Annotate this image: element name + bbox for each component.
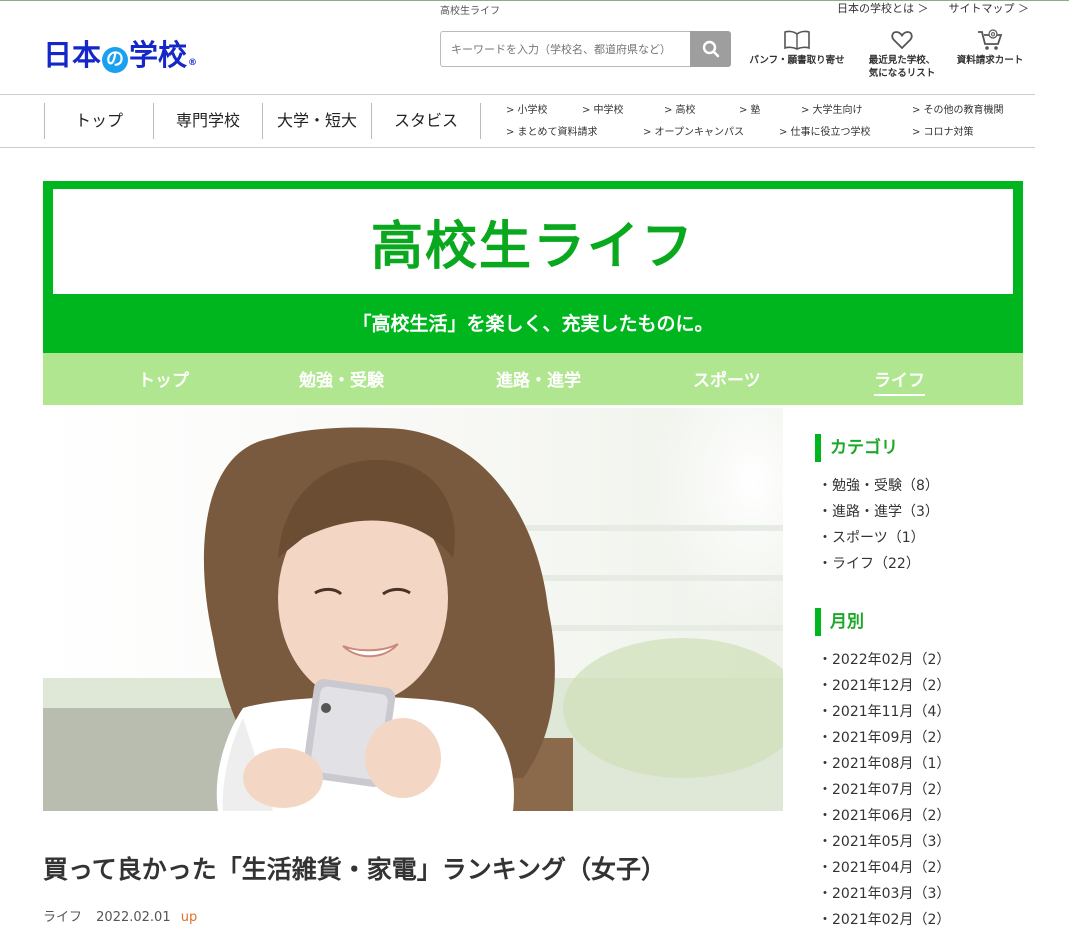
- sub-nav: > 小学校 > 中学校 > 高校 > 塾 > 大学生向け > その他の教育機関 …: [506, 101, 1026, 141]
- nav-stabis[interactable]: スタビス: [371, 103, 481, 139]
- month-item[interactable]: ・2021年03月（3）: [818, 881, 950, 907]
- catnav-study[interactable]: 勉強・受験: [299, 366, 384, 391]
- hero-banner: 高校生ライフ 「高校生活」を楽しく、充実したものに。: [43, 181, 1023, 353]
- month-item[interactable]: ・2021年07月（2）: [818, 777, 950, 803]
- search-button[interactable]: [690, 31, 731, 67]
- subnav-high-school[interactable]: > 高校: [664, 101, 696, 116]
- recent-list-label-2: 気になるリスト: [868, 68, 936, 79]
- subnav-bulk-request[interactable]: > まとめて資料請求: [506, 123, 598, 138]
- hero-title: 高校生ライフ: [53, 189, 1013, 294]
- article-hero-image[interactable]: [43, 408, 783, 811]
- heart-icon: [891, 31, 913, 50]
- month-item[interactable]: ・2021年04月（2）: [818, 855, 950, 881]
- month-item[interactable]: ・2022年02月（2）: [818, 647, 950, 673]
- catnav-sports[interactable]: スポーツ: [693, 366, 761, 391]
- sitemap-link[interactable]: サイトマップ ＞: [949, 0, 1030, 16]
- top-links: 日本の学校とは ＞ サイトマップ ＞: [837, 0, 1029, 16]
- global-navigation: トップ 専門学校 大学・短大 スタビス > 小学校 > 中学校 > 高校 > 塾…: [0, 94, 1035, 148]
- svg-text:0: 0: [991, 31, 996, 39]
- nav-vocational-school[interactable]: 専門学校: [153, 103, 262, 139]
- monthly-heading: 月別: [815, 608, 864, 636]
- girl-with-smartphone-image: [43, 408, 783, 811]
- recent-list-label-1: 最近見た学校、: [868, 55, 936, 66]
- subnav-other-institutions[interactable]: > その他の教育機関: [912, 101, 1004, 116]
- logo-no-circle: の: [102, 47, 129, 73]
- subnav-elementary[interactable]: > 小学校: [506, 101, 548, 116]
- search-input[interactable]: [440, 31, 690, 67]
- month-item[interactable]: ・2021年09月（2）: [818, 725, 950, 751]
- month-item[interactable]: ・2021年12月（2）: [818, 673, 950, 699]
- category-item[interactable]: ・勉強・受験（8）: [818, 473, 939, 499]
- subnav-university-students[interactable]: > 大学生向け: [801, 101, 863, 116]
- pamphlet-request-label: パンフ・願書取り寄せ: [749, 55, 845, 66]
- request-cart-button[interactable]: 0 資料請求カート: [952, 26, 1028, 67]
- category-item[interactable]: ・スポーツ（1）: [818, 525, 939, 551]
- category-heading: カテゴリ: [815, 434, 898, 462]
- article-date: 2022.02.01: [96, 910, 171, 925]
- subnav-cram-school[interactable]: > 塾: [739, 101, 761, 116]
- cart-icon: 0: [978, 29, 1003, 50]
- search-icon: [702, 40, 719, 58]
- catnav-life[interactable]: ライフ: [874, 366, 925, 396]
- month-item[interactable]: ・2021年02月（2）: [818, 907, 950, 933]
- nav-top[interactable]: トップ: [44, 103, 153, 139]
- month-item[interactable]: ・2021年06月（2）: [818, 803, 950, 829]
- nav-university[interactable]: 大学・短大: [262, 103, 371, 139]
- category-list: ・勉強・受験（8） ・進路・進学（3） ・スポーツ（1） ・ライフ（22）: [818, 473, 939, 577]
- category-nav: トップ 勉強・受験 進路・進学 スポーツ ライフ: [43, 353, 1023, 405]
- subnav-open-campus[interactable]: > オープンキャンパス: [643, 123, 744, 138]
- category-item[interactable]: ・ライフ（22）: [818, 551, 939, 577]
- catnav-career[interactable]: 進路・進学: [496, 366, 581, 391]
- month-item[interactable]: ・2021年05月（3）: [818, 829, 950, 855]
- about-link[interactable]: 日本の学校とは ＞: [837, 0, 929, 16]
- catnav-top[interactable]: トップ: [138, 366, 189, 391]
- recent-favorites-button[interactable]: 最近見た学校、 気になるリスト: [860, 26, 944, 80]
- logo-registered-mark: ®: [188, 58, 198, 68]
- month-item[interactable]: ・2021年08月（1）: [818, 751, 950, 777]
- article-category[interactable]: ライフ: [43, 910, 82, 925]
- logo-text-1: 日本: [43, 38, 102, 72]
- site-logo[interactable]: 日本 の 学校 ®: [43, 32, 197, 74]
- article-meta: ライフ 2022.02.01 up: [43, 906, 197, 925]
- article-title[interactable]: 買って良かった「生活雑貨・家電」ランキング（女子）: [43, 850, 666, 886]
- request-cart-label: 資料請求カート: [956, 55, 1024, 66]
- open-book-icon: [784, 30, 810, 50]
- subnav-work-schools[interactable]: > 仕事に役立つ学校: [779, 123, 871, 138]
- logo-text-2: 学校: [129, 38, 188, 72]
- subnav-covid[interactable]: > コロナ対策: [912, 123, 974, 138]
- category-item[interactable]: ・進路・進学（3）: [818, 499, 939, 525]
- monthly-archive-list: ・2022年02月（2） ・2021年12月（2） ・2021年11月（4） ・…: [818, 647, 950, 933]
- subnav-junior-high[interactable]: > 中学校: [582, 101, 624, 116]
- hero-subtitle: 「高校生活」を楽しく、充実したものに。: [352, 313, 714, 335]
- up-badge: up: [180, 910, 198, 925]
- breadcrumb[interactable]: 高校生ライフ: [440, 2, 500, 17]
- main-nav: トップ 専門学校 大学・短大 スタビス: [44, 103, 481, 139]
- pamphlet-request-button[interactable]: パンフ・願書取り寄せ: [744, 26, 850, 67]
- month-item[interactable]: ・2021年11月（4）: [818, 699, 950, 725]
